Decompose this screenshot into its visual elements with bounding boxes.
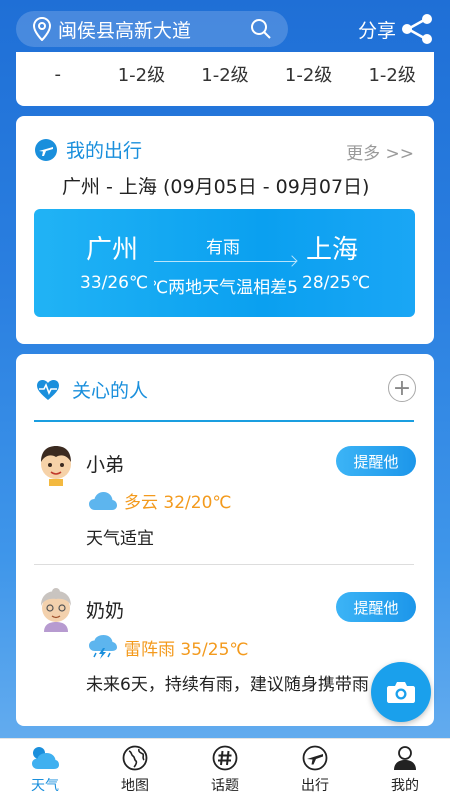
person-weather-text: 雷阵雨 35/25℃ [124, 639, 249, 660]
cloudy-icon [89, 491, 117, 510]
trip-route: 广州 - 上海 (09月05日 - 09月07日) [62, 176, 370, 198]
tab-label: 天气 [31, 778, 59, 794]
tab-weather[interactable]: 天气 [0, 739, 90, 800]
person-name: 奶奶 [86, 600, 125, 622]
grandma-avatar [41, 588, 71, 632]
person-divider [34, 564, 414, 565]
top-bar: 闽侯县高新大道 分享 [0, 0, 450, 58]
trip-more-link[interactable]: 更多 >> [346, 139, 414, 164]
from-city: 广州 [86, 235, 139, 265]
wind-forecast-card: - 1-2级 1-2级 1-2级 1-2级 [16, 52, 434, 106]
remind-button[interactable]: 提醒他 [336, 592, 416, 622]
boy-avatar [41, 446, 71, 486]
care-header: 关心的人 [36, 376, 148, 403]
care-title: 关心的人 [72, 380, 149, 402]
globe-icon [122, 745, 148, 771]
temperature-difference: 两地天气温相差5℃ [154, 278, 298, 298]
to-temperature: 28/25℃ [302, 273, 371, 293]
tab-label: 出行 [301, 778, 329, 794]
location-pin-icon [32, 17, 52, 41]
wind-level-cell: 1-2级 [117, 65, 166, 86]
weather-advice: 未来6天，持续有雨，建议随身携带雨 [86, 675, 369, 695]
wind-level-cell: 1-2级 [284, 65, 333, 86]
person-weather: 多云 32/20℃ [88, 488, 232, 513]
camera-icon [387, 682, 415, 703]
remind-button[interactable]: 提醒他 [336, 446, 416, 476]
care-divider [34, 420, 414, 422]
plane-icon [35, 138, 57, 161]
tab-label: 地图 [121, 778, 149, 794]
search-icon[interactable] [250, 18, 272, 40]
bottom-tab-bar: 天气 地图 话题 出行 我的 [0, 738, 450, 800]
person-icon [394, 746, 416, 770]
hashtag-icon [212, 745, 238, 771]
share-label: 分享 [358, 19, 397, 42]
tab-label: 我的 [391, 778, 419, 794]
weather-advice: 天气适宜 [86, 529, 154, 549]
tab-topics[interactable]: 话题 [180, 739, 270, 800]
person-weather: 雷阵雨 35/25℃ [88, 634, 249, 660]
wind-level-row: - 1-2级 1-2级 1-2级 1-2级 [16, 52, 434, 96]
trip-weather-panel[interactable]: 广州 有雨 上海 33/26℃ 两地天气温相差5℃ 28/25℃ [34, 209, 415, 317]
thunderstorm-icon [89, 635, 117, 659]
from-temperature: 33/26℃ [80, 273, 149, 293]
person-name: 小弟 [86, 454, 125, 476]
plane-icon [302, 745, 328, 771]
to-city: 上海 [306, 235, 359, 265]
tab-travel[interactable]: 出行 [270, 739, 360, 800]
route-arrow-line [154, 261, 296, 262]
wind-level-cell: 1-2级 [368, 65, 416, 86]
wind-level-cell: - [54, 63, 62, 85]
person-weather-text: 多云 32/20℃ [124, 493, 232, 513]
caring-people-card: 关心的人 + 小弟 提醒他 多云 32/20℃ 天气适宜 奶奶 提醒他 雷阵雨 … [16, 354, 434, 726]
arrow-right-icon [286, 255, 298, 267]
share-button[interactable]: 分享 [358, 14, 434, 44]
location-text: 闽侯县高新大道 [58, 19, 192, 42]
camera-button[interactable] [371, 662, 431, 722]
trip-weather-text: 有雨 [206, 238, 240, 258]
wind-level-cell: 1-2级 [201, 65, 249, 86]
tab-mine[interactable]: 我的 [360, 739, 450, 800]
my-trip-card: 我的出行 更多 >> 广州 - 上海 (09月05日 - 09月07日) 广州 … [16, 116, 434, 344]
weather-icon [32, 747, 59, 769]
location-search-bar[interactable]: 闽侯县高新大道 [16, 11, 288, 47]
trip-header: 我的出行 [34, 136, 142, 163]
tab-map[interactable]: 地图 [90, 739, 180, 800]
heart-pulse-icon [37, 379, 59, 400]
add-person-button[interactable]: + [388, 374, 416, 402]
tab-label: 话题 [211, 778, 239, 794]
share-icon [402, 14, 433, 44]
trip-title: 我的出行 [66, 140, 143, 162]
